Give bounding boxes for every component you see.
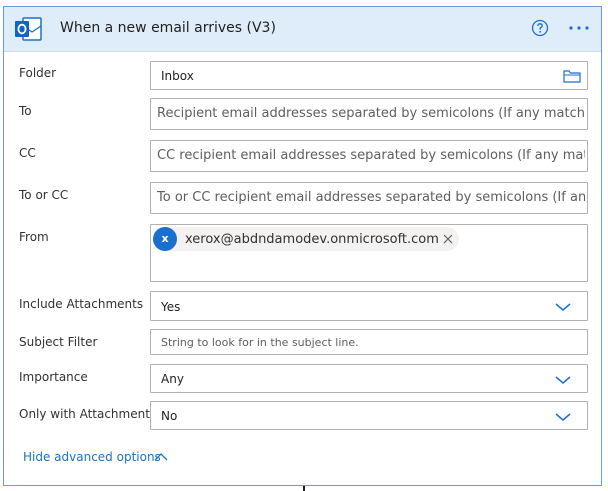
folder-icon[interactable] [563, 69, 581, 83]
trigger-card: When a new email arrives (V3) Folder Inb… [3, 6, 602, 486]
subject-filter-placeholder: String to look for in the subject line. [161, 336, 359, 349]
more-ellipsis-icon[interactable] [567, 19, 591, 37]
from-label: From [19, 230, 49, 244]
outlook-icon [15, 17, 42, 41]
include-attachments-value: Yes [161, 300, 181, 314]
folder-label: Folder [19, 66, 57, 80]
cc-field[interactable]: CC recipient email addresses separated b… [150, 140, 588, 172]
to-or-cc-placeholder: To or CC recipient email addresses separ… [157, 190, 585, 205]
importance-select[interactable]: Any [150, 364, 588, 393]
folder-field[interactable]: Inbox [150, 61, 588, 90]
email-token[interactable]: x xerox@abdndamodev.onmicrosoft.com [153, 227, 459, 251]
only-with-attachments-select[interactable]: No [150, 401, 588, 430]
importance-label: Importance [19, 370, 88, 384]
only-with-attachments-label: Only with Attachments [19, 407, 157, 421]
avatar: x [153, 227, 177, 251]
subject-filter-label: Subject Filter [19, 335, 98, 349]
importance-value: Any [161, 372, 184, 386]
cc-label: CC [19, 146, 36, 160]
trigger-title: When a new email arrives (V3) [60, 20, 276, 36]
to-label: To [19, 104, 32, 118]
flow-connector [303, 486, 305, 491]
token-email: xerox@abdndamodev.onmicrosoft.com [185, 232, 439, 247]
card-header[interactable]: When a new email arrives (V3) [4, 7, 601, 52]
cc-placeholder: CC recipient email addresses separated b… [157, 148, 585, 163]
from-field[interactable]: x xerox@abdndamodev.onmicrosoft.com [150, 224, 588, 282]
help-circle-icon[interactable] [531, 19, 549, 37]
chevron-down-icon [555, 303, 571, 311]
include-attachments-select[interactable]: Yes [150, 291, 588, 321]
to-or-cc-field[interactable]: To or CC recipient email addresses separ… [150, 182, 588, 214]
close-icon[interactable] [443, 234, 453, 244]
subject-filter-input[interactable]: String to look for in the subject line. [150, 329, 588, 355]
only-with-attachments-value: No [161, 409, 178, 423]
include-attachments-label: Include Attachments [19, 297, 144, 311]
chevron-up-icon[interactable] [154, 452, 168, 461]
to-placeholder: Recipient email addresses separated by s… [157, 106, 585, 121]
chevron-down-icon [555, 376, 571, 384]
to-field[interactable]: Recipient email addresses separated by s… [150, 98, 588, 130]
hide-advanced-options-link[interactable]: Hide advanced options [23, 450, 161, 464]
folder-value: Inbox [161, 69, 194, 83]
to-or-cc-label: To or CC [19, 188, 69, 202]
chevron-down-icon [555, 413, 571, 421]
